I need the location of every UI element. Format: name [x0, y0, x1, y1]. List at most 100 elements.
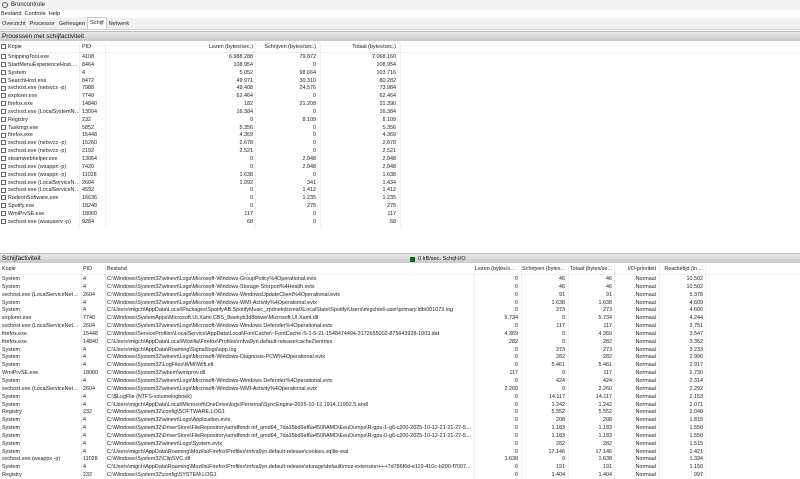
cell: 2.071 [689, 401, 704, 408]
cell: svchost.exe (LocalServiceNetwo... [2, 323, 80, 330]
cell: 0 [313, 132, 316, 139]
table-row[interactable]: svchost.exe (LocalServiceNetwo... 2604 C:\… [0, 291, 800, 299]
cell: 0 [313, 218, 316, 225]
row-checkbox[interactable] [1, 62, 6, 68]
cell: 73.984 [379, 85, 397, 92]
cell: 232 [83, 409, 92, 416]
row-checkbox[interactable] [1, 203, 6, 209]
row-checkbox[interactable] [1, 156, 6, 162]
column-divider[interactable] [614, 265, 615, 479]
column-divider[interactable] [255, 43, 256, 226]
column-divider[interactable] [521, 265, 522, 479]
cell: 4 [83, 299, 86, 306]
activity-section-header[interactable]: Schijfactiviteit 0 kB/sec. Schijf-I/O [0, 253, 800, 263]
table-row[interactable]: svchost.exe (wsappx -p) 11028 C:\Windows\S… [0, 455, 800, 463]
column-header[interactable]: Kopie [8, 44, 80, 50]
column-divider[interactable] [105, 43, 106, 226]
table-row[interactable]: System 4 C:\Windows\System32\winevt\Logs\M… [0, 377, 800, 385]
column-header[interactable]: Totaal (bytes/se... [569, 266, 612, 272]
table-row[interactable]: System 4 C:\Windows\System32\winevt\Logs\A… [0, 416, 800, 424]
column-header[interactable]: Reactietijd (in ... [661, 266, 703, 272]
table-row[interactable]: System 4 C:\Windows\System32\winevt\Logs\S… [0, 440, 800, 448]
table-row[interactable]: System 4 C:\Users\migch\AppData\Roaming\Mo… [0, 448, 800, 456]
table-row[interactable]: WmiPrvSE.exe 18060 C:\Windows\System32\wbe… [0, 369, 800, 377]
column-header[interactable]: Schrijven (bytes/sec.) [257, 44, 316, 50]
table-row[interactable]: Registry 232 C:\Windows\System32\config\SY… [0, 471, 800, 479]
tab-geheugen[interactable]: Geheugen [57, 19, 87, 29]
processes-section-header[interactable]: Processen met schijfactiviteit [0, 31, 800, 41]
cell: C:\Windows\System32\ClipSVC.dll [107, 456, 190, 463]
row-checkbox[interactable] [1, 101, 6, 107]
column-header[interactable]: Schrijven (bytes... [522, 266, 565, 272]
row-checkbox[interactable] [1, 179, 6, 185]
table-row[interactable]: System 4 C:\Windows\System32\DriverStore\F… [0, 432, 800, 440]
menu-help[interactable]: Help [49, 11, 61, 17]
column-divider[interactable] [400, 43, 401, 226]
table-row[interactable]: System 4 C:\Users\migch\AppData\Roaming\Si… [0, 346, 800, 354]
tab-netwerk[interactable]: Netwerk [107, 19, 132, 29]
column-divider[interactable] [320, 43, 321, 226]
row-checkbox[interactable] [1, 54, 6, 60]
row-checkbox[interactable] [1, 85, 6, 91]
cell: steamwebhelper.exe [8, 155, 58, 162]
column-header[interactable]: Totaal (bytes/sec.) [322, 44, 396, 50]
column-header[interactable]: Bestand [107, 266, 472, 272]
table-row[interactable]: System 4 C:\Windows\System32\winevt\Logs\M… [0, 299, 800, 307]
menu-controle[interactable]: Controle [25, 11, 46, 17]
table-row[interactable]: svchost.exe (LocalServiceNetwo... 2604 C:\… [0, 322, 800, 330]
tab-processor[interactable]: Processor [28, 19, 57, 29]
column-header[interactable]: PID [83, 266, 105, 272]
row-checkbox[interactable] [1, 116, 6, 122]
table-row[interactable]: explorer.exe 7740 C:\Windows\SystemApps\Mi… [0, 314, 800, 322]
row-checkbox[interactable] [1, 140, 6, 146]
column-header[interactable]: Lezen (bytes/sec.) [190, 44, 253, 50]
column-header[interactable]: Lezen (bytes/sec.) [475, 266, 518, 272]
column-header[interactable]: I/O-prioriteit [616, 266, 656, 272]
cell: 4.369 [504, 330, 519, 337]
row-checkbox[interactable] [1, 148, 6, 154]
menu-bestand[interactable]: Bestand [1, 11, 22, 17]
row-checkbox[interactable] [1, 109, 6, 115]
table-row[interactable]: firefox.exe 15448 C:\Windows\ServiceProfil… [0, 330, 800, 338]
column-header[interactable]: PID [82, 44, 104, 50]
row-checkbox[interactable] [1, 218, 6, 224]
row-checkbox[interactable] [1, 195, 6, 201]
table-row[interactable]: System 4 C:\Users\migch\AppData\Local\Pack… [0, 306, 800, 314]
table-row[interactable]: System 4 C:\Users\migch\AppData\Local\Micr… [0, 401, 800, 409]
table-row[interactable]: System 4 C:\Users\migch\AppData\Roaming\Mo… [0, 463, 800, 471]
table-row[interactable]: svchost.exe (LocalServiceNetwo... 2604 C:\… [0, 385, 800, 393]
tab-schijf[interactable]: Schijf [86, 17, 107, 29]
cell: Normaal [635, 409, 656, 416]
select-all-checkbox[interactable] [1, 44, 6, 50]
column-divider[interactable] [79, 43, 80, 226]
row-checkbox[interactable] [1, 124, 6, 130]
row-checkbox[interactable] [1, 132, 6, 138]
column-divider[interactable] [568, 265, 569, 479]
row-checkbox[interactable] [1, 93, 6, 99]
table-row[interactable]: System 4 C:\Windows\System32\DriverStore\F… [0, 424, 800, 432]
row-checkbox[interactable] [1, 69, 6, 75]
table-row[interactable]: System 4 C:\Windows\System32\winevt\Logs\M… [0, 275, 800, 283]
row-checkbox[interactable] [1, 211, 6, 217]
column-divider[interactable] [659, 265, 660, 479]
row-checkbox[interactable] [1, 164, 6, 169]
cell: Normaal [635, 370, 656, 377]
column-divider[interactable] [81, 265, 82, 479]
table-row[interactable]: Registry 232 C:\Windows\System32\config\SO… [0, 408, 800, 416]
column-divider[interactable] [705, 265, 706, 479]
row-checkbox[interactable] [1, 187, 6, 193]
table-row[interactable]: System 4 C:\$LogFile (NTFS-volumelogboek) 0… [0, 393, 800, 401]
table-row[interactable]: firefox.exe 14840 C:\Users\migch\AppData\L… [0, 338, 800, 346]
row-checkbox[interactable] [1, 77, 6, 83]
tab-overzicht[interactable]: Overzicht [0, 19, 28, 29]
cell: 30.310 [299, 77, 317, 84]
cell: 341 [307, 179, 316, 186]
table-row[interactable]: System 4 C:\Windows\System32\winevt\Logs\M… [0, 283, 800, 291]
column-header[interactable]: Kopie [2, 266, 80, 272]
table-row[interactable]: System 4 C:\Windows\System32\winevt\Logs\M… [0, 353, 800, 361]
table-row[interactable]: System 4 C:\Windows\System32\LogFiles\WMI\… [0, 361, 800, 369]
column-divider[interactable] [474, 265, 475, 479]
row-checkbox[interactable] [1, 171, 6, 177]
cell: 3.233 [689, 346, 704, 353]
column-divider[interactable] [105, 265, 106, 479]
